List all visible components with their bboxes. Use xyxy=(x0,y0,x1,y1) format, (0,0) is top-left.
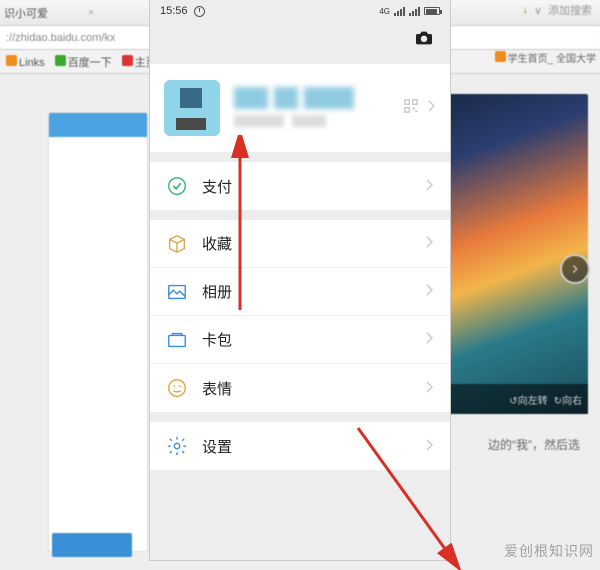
album-icon xyxy=(166,281,188,303)
menu-item-album[interactable]: 相册 xyxy=(150,268,450,316)
settings-icon xyxy=(166,435,188,457)
profile-card[interactable] xyxy=(150,64,450,152)
slideshow-prev-label[interactable]: ↺向左转 xyxy=(509,392,547,407)
profile-name-blurred xyxy=(234,87,384,109)
menu-item-cards[interactable]: 卡包 xyxy=(150,316,450,364)
left-panel-header xyxy=(49,113,147,137)
pay-icon xyxy=(166,175,188,197)
menu-group-main: 收藏 相册 卡包 表情 xyxy=(150,220,450,412)
slideshow-next-button[interactable] xyxy=(560,254,590,284)
camera-icon[interactable] xyxy=(414,30,434,51)
slideshow-next-label[interactable]: ↻向右 xyxy=(554,392,582,407)
chevron-right-icon xyxy=(568,262,582,276)
battery-icon xyxy=(424,7,440,15)
phone-screenshot: 15:56 4G xyxy=(150,0,450,560)
slideshow-controls: ↺向左转 ↻向右 xyxy=(448,384,588,414)
send-button-bg xyxy=(52,533,132,557)
chevron-right-icon xyxy=(426,380,434,397)
chevron-right-icon xyxy=(426,235,434,252)
stickers-icon xyxy=(166,377,188,399)
chevron-right-icon xyxy=(426,331,434,348)
menu-item-settings[interactable]: 设置 xyxy=(150,422,450,470)
signal-icon-2 xyxy=(409,7,420,16)
browser-right-bookmarks: 学生首页_ 全国大学 xyxy=(495,50,596,65)
browser-tab-title: 识小可爱 xyxy=(4,5,48,21)
menu-group-pay: 支付 xyxy=(150,162,450,210)
slideshow-image xyxy=(448,94,588,414)
menu-label: 收藏 xyxy=(202,233,412,254)
menu-label: 表情 xyxy=(202,378,412,399)
menu-item-pay[interactable]: 支付 xyxy=(150,162,450,210)
tab-close-icon: × xyxy=(88,7,94,19)
chevron-right-icon xyxy=(426,178,434,195)
chevron-right-icon xyxy=(426,438,434,455)
header-actions xyxy=(150,22,450,58)
chevron-right-icon xyxy=(428,99,436,117)
avatar xyxy=(164,80,220,136)
left-panel xyxy=(48,112,148,552)
browser-url: ://zhidao.baidu.com/kx xyxy=(6,32,115,44)
status-time: 15:56 xyxy=(160,5,188,17)
menu-item-stickers[interactable]: 表情 xyxy=(150,364,450,412)
cards-icon xyxy=(166,329,188,351)
profile-id-blurred xyxy=(234,115,354,129)
alarm-icon xyxy=(194,6,205,17)
profile-info xyxy=(234,87,390,129)
menu-label: 相册 xyxy=(202,281,412,302)
menu-label: 支付 xyxy=(202,176,412,197)
chevron-right-icon xyxy=(426,283,434,300)
favorites-icon xyxy=(166,233,188,255)
menu-label: 卡包 xyxy=(202,329,412,350)
instruction-text: 边的“我”，然后选 xyxy=(488,436,580,453)
signal-icon xyxy=(394,7,405,16)
menu-label: 设置 xyxy=(202,436,412,457)
browser-top-right: ↓ ∨ 添加搜索 xyxy=(522,2,592,18)
status-bar: 15:56 4G xyxy=(150,0,450,22)
menu-group-settings: 设置 xyxy=(150,422,450,470)
signal-type: 4G xyxy=(379,7,390,16)
bookmark-baidu: 百度一下 xyxy=(55,54,112,70)
qr-code-icon[interactable] xyxy=(404,99,418,118)
bookmark-links: Links xyxy=(6,55,45,69)
watermark: 爱创根知识网 xyxy=(504,541,594,561)
menu-item-favorites[interactable]: 收藏 xyxy=(150,220,450,268)
